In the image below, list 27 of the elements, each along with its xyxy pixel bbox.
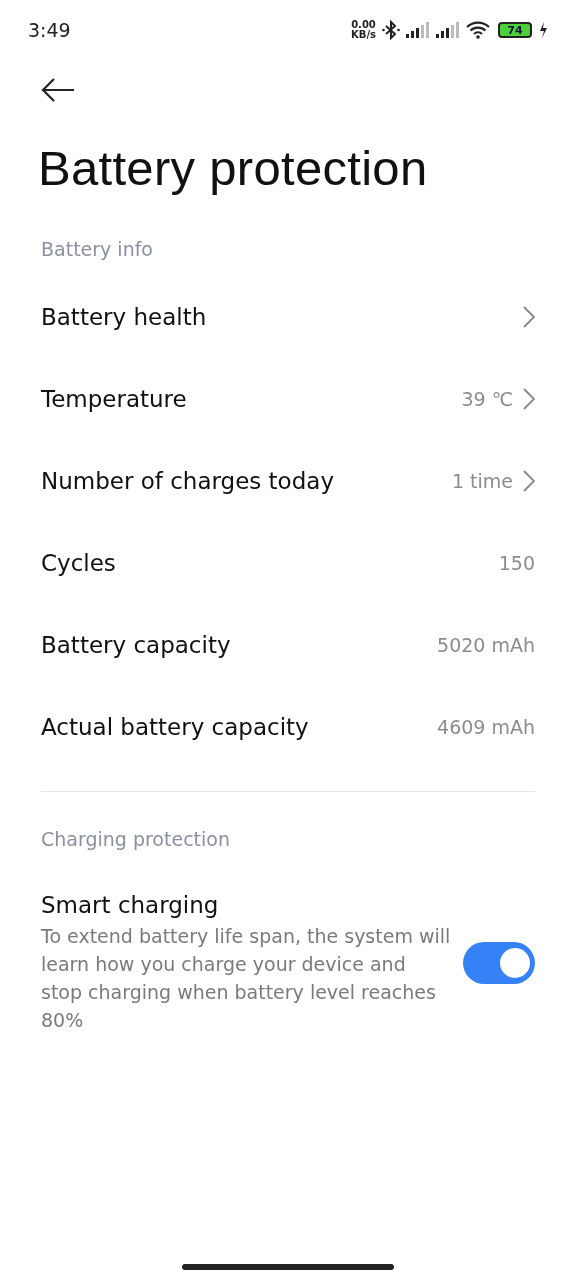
setting-description: To extend battery life span, the system will learn how you charge your device and stop charging when battery level reaches 80%: [41, 924, 451, 1033]
setting-value: 1 time: [451, 470, 513, 492]
section-header: Battery info: [41, 237, 154, 262]
settings-row[interactable]: Temperature 39 ℃: [41, 358, 535, 440]
setting-value: 150: [498, 552, 535, 574]
back-icon[interactable]: [41, 78, 75, 102]
network-speed-unit: KB/s: [351, 30, 376, 40]
battery-icon: 74: [498, 22, 532, 38]
clock: 3:49: [28, 19, 71, 41]
page-title: Battery protection: [38, 140, 429, 196]
settings-row[interactable]: Battery health: [41, 276, 535, 358]
charging-icon: [538, 21, 548, 39]
toggle-switch[interactable]: [463, 942, 535, 984]
network-speed: 0.00: [351, 20, 376, 30]
signal-icon: [406, 22, 430, 38]
bluetooth-icon: [382, 20, 400, 40]
settings-row-text: Cycles 150: [41, 549, 535, 578]
settings-row-text: Actual battery capacity 4609 mAh: [41, 713, 535, 742]
signal-icon: [436, 22, 460, 38]
setting-value: 39 ℃: [461, 388, 513, 410]
section-header: Charging protection: [41, 827, 231, 852]
setting-label: Smart charging: [41, 892, 220, 918]
wifi-icon: [466, 21, 490, 39]
setting-value: 5020 mAh: [437, 634, 535, 656]
setting-value: 4609 mAh: [437, 716, 535, 738]
settings-row[interactable]: Number of charges today 1 time: [41, 440, 535, 522]
settings-row-text: Battery capacity 5020 mAh: [41, 631, 535, 660]
